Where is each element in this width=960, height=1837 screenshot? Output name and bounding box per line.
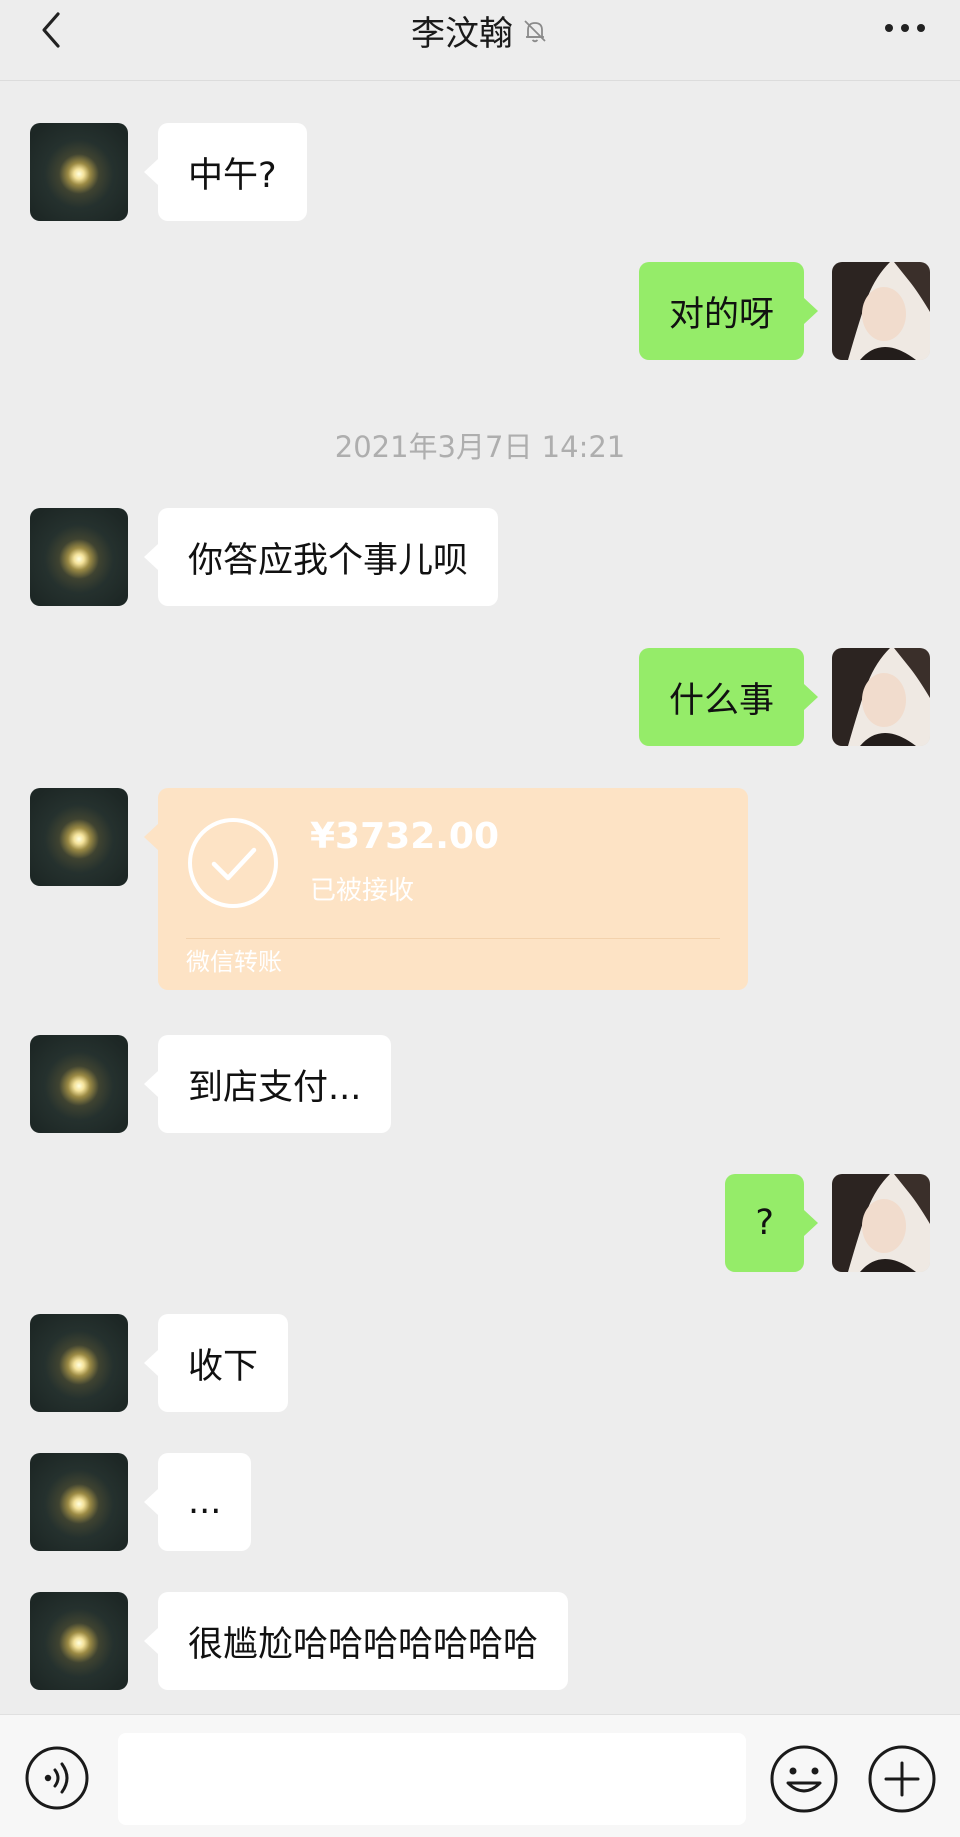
voice-icon[interactable] [24, 1745, 90, 1811]
my-avatar[interactable] [832, 648, 930, 746]
message-bubble-received[interactable]: 你答应我个事儿呗 [143, 508, 499, 606]
message-bubble-sent[interactable]: 什么事 [638, 648, 819, 746]
message-bubble-received[interactable]: 很尴尬哈哈哈哈哈哈哈 [143, 1592, 569, 1690]
contact-avatar[interactable] [30, 508, 128, 606]
title-bar: 李汶翰 [0, 0, 960, 60]
transfer-divider [186, 938, 720, 939]
message-bubble-received[interactable]: ... [143, 1453, 252, 1551]
portrait-image [832, 1174, 930, 1272]
message-bubble-received[interactable]: 中午? [144, 123, 307, 221]
contact-avatar[interactable] [30, 123, 128, 221]
input-bar [0, 1714, 960, 1837]
message-bubble-sent[interactable]: 对的呀 [638, 262, 819, 360]
portrait-image [832, 648, 930, 746]
transfer-amount: ¥3732.00 [310, 816, 500, 857]
smile-icon[interactable] [768, 1743, 840, 1815]
contact-avatar[interactable] [30, 1314, 128, 1412]
transfer-status: 已被接收 [310, 876, 415, 906]
chat-header: 李汶翰 [0, 0, 960, 81]
message-bubble-received[interactable]: 收下 [143, 1314, 289, 1412]
bell-off-icon [524, 20, 546, 43]
portrait-image [832, 262, 930, 360]
contact-avatar[interactable] [30, 788, 128, 886]
message-bubble-received[interactable]: 到店支付... [143, 1035, 392, 1133]
message-timestamp: 2021年3月7日 14:21 [334, 430, 626, 464]
transfer-footer: 微信转账 [186, 948, 282, 976]
contact-avatar[interactable] [30, 1592, 128, 1690]
my-avatar[interactable] [832, 262, 930, 360]
check-circle-icon [188, 818, 278, 908]
contact-avatar[interactable] [30, 1035, 128, 1133]
message-input[interactable] [118, 1733, 746, 1825]
more-horizontal-icon[interactable] [880, 14, 930, 42]
my-avatar[interactable] [832, 1174, 930, 1272]
chat-title: 李汶翰 [411, 13, 513, 54]
contact-avatar[interactable] [30, 1453, 128, 1551]
message-bubble-sent[interactable]: ? [725, 1174, 818, 1272]
transfer-card[interactable]: ¥3732.00 已被接收 微信转账 [144, 788, 748, 990]
plus-circle-icon[interactable] [866, 1743, 938, 1815]
